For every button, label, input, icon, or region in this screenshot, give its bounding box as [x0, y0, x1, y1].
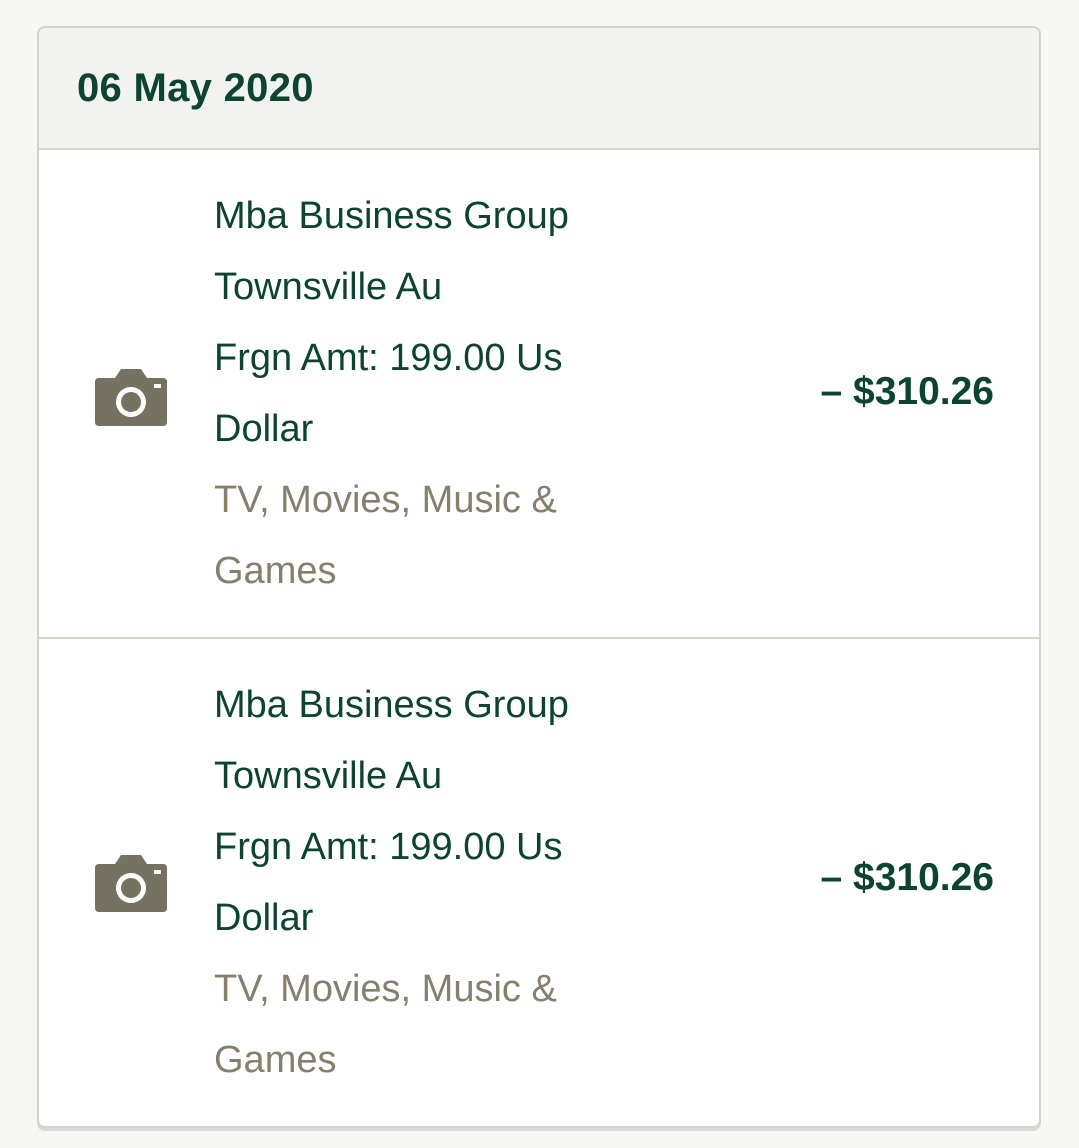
camera-icon [95, 369, 167, 426]
foreign-currency: Dollar [214, 408, 314, 450]
camera-icon [95, 855, 167, 912]
transaction-category-cont: Games [214, 550, 337, 592]
transaction-amount: – $310.26 [820, 370, 994, 413]
transaction-details: Mba Business Group Townsville Au Frgn Am… [214, 670, 634, 1096]
transaction-category-cont: Games [214, 1039, 337, 1081]
transaction-date-group: 06 May 2020 Mba Business Group Townsvill… [37, 26, 1041, 1128]
transaction-row[interactable]: Mba Business Group Townsville Au Frgn Am… [39, 150, 1039, 637]
transaction-row[interactable]: Mba Business Group Townsville Au Frgn Am… [39, 637, 1039, 1124]
merchant-location: Townsville Au [214, 755, 443, 797]
foreign-amount: Frgn Amt: 199.00 Us [214, 826, 563, 868]
transaction-amount: – $310.26 [820, 856, 994, 899]
merchant-name: Mba Business Group [214, 684, 569, 726]
transaction-category: TV, Movies, Music & [214, 968, 557, 1010]
date-group-title: 06 May 2020 [77, 65, 314, 110]
transaction-details: Mba Business Group Townsville Au Frgn Am… [214, 181, 634, 607]
foreign-currency: Dollar [214, 897, 314, 939]
date-group-header: 06 May 2020 [39, 28, 1039, 150]
merchant-location: Townsville Au [214, 266, 443, 308]
merchant-name: Mba Business Group [214, 195, 569, 237]
transaction-category: TV, Movies, Music & [214, 479, 557, 521]
foreign-amount: Frgn Amt: 199.00 Us [214, 337, 563, 379]
